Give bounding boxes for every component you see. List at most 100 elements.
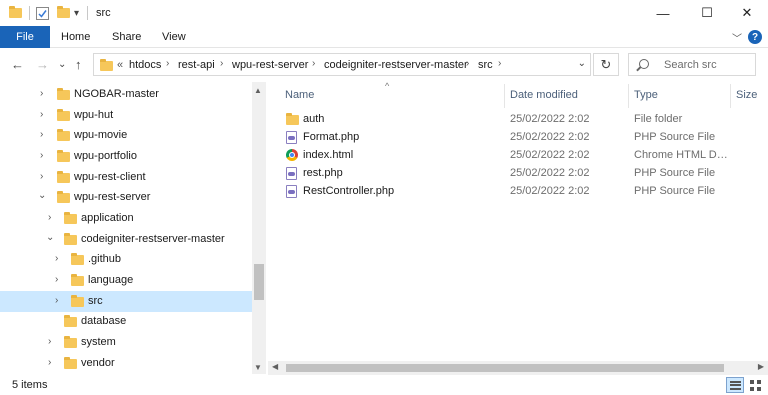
tree-item-wpu-rest-server[interactable]: ⌄ wpu-rest-server [0,187,252,208]
expand-chevron-icon[interactable]: › [55,274,58,285]
tree-item-wpu-movie[interactable]: › wpu-movie [0,125,252,146]
tree-item-system[interactable]: › system [0,332,252,353]
properties-icon[interactable] [36,6,49,20]
breadcrumb-src[interactable]: src [478,59,493,71]
refresh-button[interactable]: ↻ [593,53,619,76]
expand-chevron-icon[interactable]: › [40,109,43,120]
tree-item-application[interactable]: › application [0,208,252,229]
file-type: PHP Source File [634,185,716,197]
tree-item-label: wpu-portfolio [74,150,137,162]
tree-item-database[interactable]: database [0,311,252,332]
scroll-right-arrow[interactable]: ▶ [758,362,764,371]
breadcrumb-separator[interactable]: › [466,58,469,69]
tree-item-wpu-portfolio[interactable]: › wpu-portfolio [0,146,252,167]
file-name: rest.php [303,167,343,179]
breadcrumb-overflow[interactable]: « [117,59,123,71]
column-divider[interactable] [730,84,731,108]
details-view-button[interactable] [726,377,744,393]
tree-item-codeigniter-restserver-master[interactable]: ⌄ codeigniter-restserver-master [0,229,252,250]
breadcrumb-separator[interactable]: › [312,58,315,69]
tree-item-label: vendor [81,357,115,369]
minimize-button[interactable]: — [642,0,684,26]
recent-locations-button[interactable]: ⌄ [58,59,66,70]
tab-view[interactable]: View [162,26,186,48]
file-row[interactable]: index.html 25/02/2022 2:02 Chrome HTML D… [282,146,762,164]
tree-item-vendor[interactable]: › vendor [0,353,252,374]
tree-item-label: wpu-rest-server [74,191,151,203]
forward-button[interactable]: → [36,57,49,72]
expand-chevron-icon[interactable]: › [40,88,43,99]
file-row[interactable]: Format.php 25/02/2022 2:02 PHP Source Fi… [282,128,762,146]
file-date: 25/02/2022 2:02 [510,149,590,161]
address-dropdown-button[interactable]: ⌄ [578,58,586,69]
tree-item-label: wpu-movie [74,129,128,141]
back-button[interactable]: ← [11,57,24,72]
column-header-type[interactable]: Type [634,89,658,101]
tree-item-language[interactable]: › language [0,270,252,291]
breadcrumb-separator[interactable]: › [498,58,501,69]
search-input[interactable]: Search src [664,59,717,71]
expand-ribbon-button[interactable]: ﹀ [732,30,742,45]
expand-chevron-icon[interactable]: › [48,336,51,347]
details-view-icon [729,380,741,390]
expand-chevron-icon[interactable]: › [40,150,43,161]
tree-item-label: application [81,212,134,224]
column-header-name[interactable]: Name [285,89,314,101]
expand-chevron-icon[interactable]: › [48,212,51,223]
breadcrumb-separator[interactable]: › [166,58,169,69]
customize-toolbar-dropdown[interactable]: ▾ [74,6,79,20]
scrollbar-thumb[interactable] [254,264,264,300]
file-row[interactable]: auth 25/02/2022 2:02 File folder [282,110,762,128]
search-box[interactable]: Search src [628,53,756,76]
large-icons-view-button[interactable] [746,377,764,393]
collapse-chevron-icon[interactable]: ⌄ [38,190,46,201]
up-button[interactable]: ↑ [75,57,82,72]
breadcrumb-separator[interactable]: › [220,58,223,69]
scrollbar-thumb[interactable] [286,364,724,372]
expand-chevron-icon[interactable]: › [40,171,43,182]
tab-home[interactable]: Home [61,26,90,48]
scroll-down-arrow[interactable]: ▼ [254,363,262,372]
breadcrumb-rest-api[interactable]: rest-api [178,59,215,71]
tree-item-ngobar-master[interactable]: › NGOBAR-master [0,84,252,105]
expand-chevron-icon[interactable]: › [48,357,51,368]
column-divider[interactable] [504,84,505,108]
column-header-size[interactable]: Size [736,89,757,101]
scroll-left-arrow[interactable]: ◀ [272,362,278,371]
collapse-chevron-icon[interactable]: ⌄ [46,232,54,243]
file-list: Name ^ Date modified Type Size auth 25/0… [268,82,768,362]
file-list-scrollbar[interactable]: ◀ ▶ [268,361,768,375]
expand-chevron-icon[interactable]: › [55,295,58,306]
column-header-date-modified[interactable]: Date modified [510,89,578,101]
file-type: Chrome HTML Do... [634,149,730,161]
breadcrumb-htdocs[interactable]: htdocs [129,59,161,71]
tree-item-wpu-rest-client[interactable]: › wpu-rest-client [0,167,252,188]
tab-file[interactable]: File [0,26,50,48]
tree-item-src[interactable]: › src [0,291,252,312]
expand-chevron-icon[interactable]: › [55,253,58,264]
navigation-scrollbar[interactable]: ▲ ▼ [252,82,266,374]
folder-icon [100,59,113,71]
search-icon [639,59,649,69]
column-divider[interactable] [628,84,629,108]
tree-item-github[interactable]: › .github [0,249,252,270]
folder-icon [57,88,70,100]
file-row[interactable]: rest.php 25/02/2022 2:02 PHP Source File [282,164,762,182]
file-row[interactable]: RestController.php 25/02/2022 2:02 PHP S… [282,182,762,200]
new-folder-icon[interactable] [57,6,70,20]
scroll-up-arrow[interactable]: ▲ [254,86,262,95]
folder-icon [57,150,70,162]
tree-item-wpu-hut[interactable]: › wpu-hut [0,105,252,126]
maximize-button[interactable]: ☐ [686,0,728,26]
close-button[interactable]: ✕ [726,0,768,26]
file-name: RestController.php [303,185,395,197]
expand-chevron-icon[interactable]: › [40,129,43,140]
breadcrumb-wpu-rest-server[interactable]: wpu-rest-server [232,59,308,71]
php-file-icon [286,131,297,144]
breadcrumb-codeigniter-restserver-master[interactable]: codeigniter-restserver-master [324,59,468,71]
status-bar: 5 items [0,375,768,395]
help-icon[interactable]: ? [748,30,762,44]
address-bar[interactable]: « htdocs › rest-api › wpu-rest-server › … [93,53,591,76]
tree-item-label: codeigniter-restserver-master [81,233,225,245]
tab-share[interactable]: Share [112,26,141,48]
